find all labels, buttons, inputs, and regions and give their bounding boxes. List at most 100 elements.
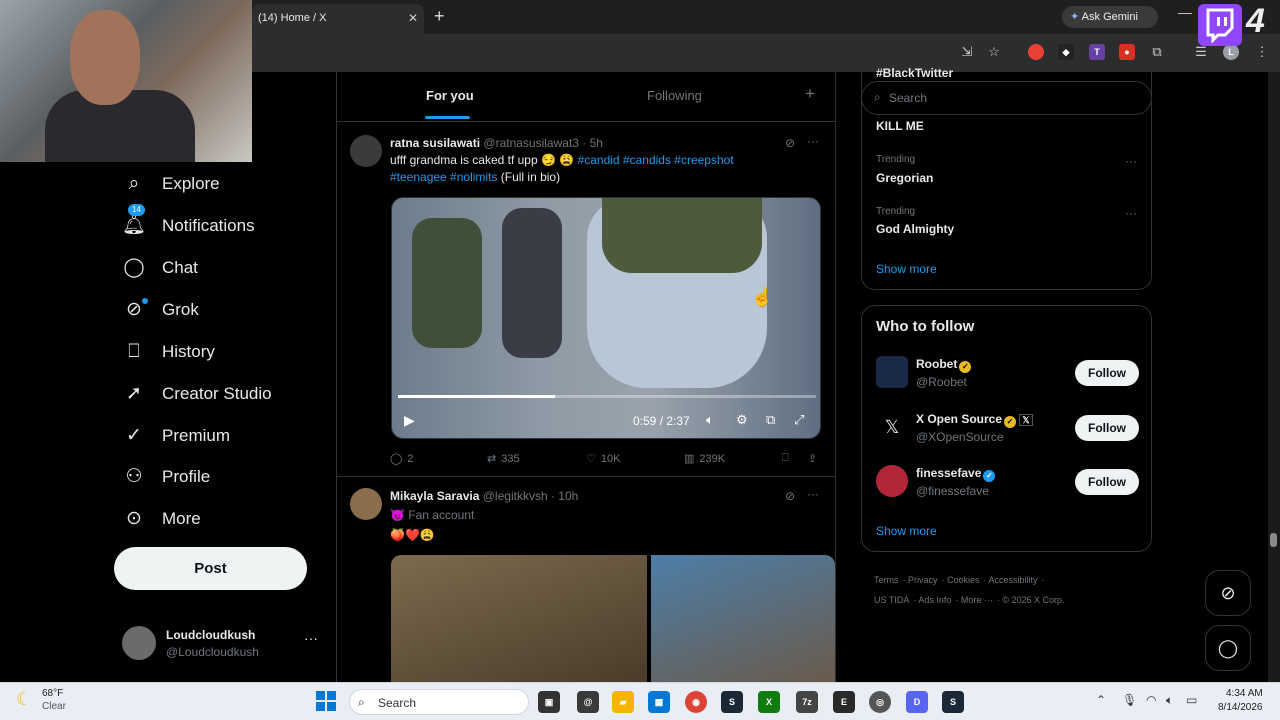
add-feed-icon[interactable]: +: [805, 84, 815, 104]
7zip-icon[interactable]: 7z: [796, 691, 818, 713]
nav-grok[interactable]: ⊘ Grok: [122, 295, 199, 325]
follow-button[interactable]: Follow: [1075, 360, 1139, 386]
browser-menu-icon[interactable]: ⋮: [1254, 44, 1270, 60]
bookmark-button[interactable]: ⎕: [782, 452, 789, 465]
reading-list-icon[interactable]: ☰: [1193, 44, 1209, 60]
scrollbar[interactable]: [1268, 72, 1280, 682]
microphone-icon[interactable]: 🎙︎: [1122, 693, 1137, 707]
extension-diamond-icon[interactable]: ◆: [1058, 44, 1074, 60]
grok-fab-button[interactable]: ⊘: [1205, 570, 1251, 616]
trend-partial[interactable]: #BlackTwitter: [876, 66, 953, 80]
extensions-puzzle-icon[interactable]: ⧉: [1149, 44, 1165, 60]
nav-profile[interactable]: ⚇ Profile: [122, 462, 210, 492]
battery-icon[interactable]: ▭: [1186, 693, 1197, 707]
trend-name[interactable]: Gregorian: [876, 171, 933, 185]
tab-for-you[interactable]: For you: [426, 88, 474, 103]
tab-close-icon[interactable]: ✕: [408, 4, 418, 32]
footer-link-ads-info[interactable]: Ads Info: [918, 595, 951, 605]
footer-link-accessibility[interactable]: Accessibility: [989, 575, 1038, 585]
nav-history[interactable]: ⎕ History: [122, 337, 215, 367]
avatar[interactable]: [350, 488, 382, 520]
threads-app-icon[interactable]: @: [577, 691, 599, 713]
more-icon[interactable]: ···: [1125, 206, 1137, 220]
obs-icon[interactable]: ◎: [869, 691, 891, 713]
minimize-button[interactable]: —: [1178, 4, 1192, 20]
footer-link-privacy[interactable]: Privacy: [908, 575, 938, 585]
extension-red-icon[interactable]: ●: [1119, 44, 1135, 60]
hashtags[interactable]: #candid #candids #creepshot: [578, 153, 734, 167]
chevron-up-icon[interactable]: ⌃: [1096, 693, 1106, 707]
volume-icon[interactable]: 🔈︎: [706, 412, 714, 428]
task-view-icon[interactable]: ▣: [538, 691, 560, 713]
more-icon[interactable]: ···: [304, 630, 318, 646]
tweet-author[interactable]: ratna susilawati @ratnasusilawat3 · 5h: [390, 136, 603, 150]
x-logo-icon[interactable]: 𝕏: [876, 411, 908, 443]
clock-date[interactable]: 8/14/2026: [1218, 702, 1263, 713]
tab-following[interactable]: Following: [647, 88, 702, 103]
nav-chat[interactable]: ◯ Chat: [122, 253, 198, 283]
nav-premium[interactable]: ✓ Premium: [122, 421, 230, 451]
share-button[interactable]: ⇪: [808, 452, 817, 465]
tweet-author[interactable]: Mikayla Saravia @legitkkvsh · 10h: [390, 489, 578, 503]
steam-icon[interactable]: S: [942, 691, 964, 713]
picture-in-picture-icon[interactable]: ⧉: [766, 412, 775, 428]
follow-button[interactable]: Follow: [1075, 415, 1139, 441]
trend-name[interactable]: God Almighty: [876, 222, 954, 236]
account-switcher[interactable]: Loudcloudkush @Loudcloudkush ···: [122, 626, 322, 660]
views-button[interactable]: ▥ 239K: [684, 452, 725, 466]
weather-temp[interactable]: 68°F: [42, 688, 63, 699]
bookmark-star-icon[interactable]: ☆: [986, 44, 1002, 60]
browser-tab[interactable]: (14) Home / X ✕: [252, 4, 424, 34]
footer-link-more[interactable]: More ···: [961, 595, 993, 605]
volume-icon[interactable]: 🔈︎: [1166, 693, 1173, 708]
repost-button[interactable]: ⇄ 335: [487, 452, 520, 466]
taskbar-search[interactable]: ⌕ Search: [349, 689, 529, 715]
chat-fab-button[interactable]: ◯: [1205, 625, 1251, 671]
avatar[interactable]: [876, 465, 908, 497]
fullscreen-icon[interactable]: ⤢: [794, 412, 804, 428]
more-icon[interactable]: ···: [1125, 154, 1137, 168]
account-name[interactable]: finessefave ✓: [916, 466, 996, 482]
moon-icon[interactable]: ☾: [16, 689, 32, 710]
nav-creator-studio[interactable]: ➚ Creator Studio: [122, 379, 272, 409]
like-button[interactable]: ♡ 10K: [586, 452, 620, 466]
avatar[interactable]: [350, 135, 382, 167]
more-icon[interactable]: ···: [807, 487, 819, 501]
wifi-icon[interactable]: ◠: [1146, 693, 1156, 707]
steam-icon[interactable]: S: [721, 691, 743, 713]
footer-link-cookies[interactable]: Cookies: [947, 575, 980, 585]
follow-show-more[interactable]: Show more: [876, 524, 937, 538]
account-name[interactable]: X Open Source ✓ 𝕏: [916, 412, 1033, 428]
hashtags[interactable]: #teenagee #nolimits: [390, 170, 497, 184]
install-app-icon[interactable]: ⇲: [959, 44, 975, 60]
avatar[interactable]: [876, 356, 908, 388]
footer-link-us-tida[interactable]: US TIDA: [874, 595, 909, 605]
nav-explore[interactable]: ⌕ Explore: [122, 169, 220, 199]
extension-color-icon[interactable]: [1028, 44, 1044, 60]
video-player[interactable]: ▶ 0:59 / 2:37 🔈︎ ⚙ ⧉ ⤢: [391, 197, 821, 439]
follow-button[interactable]: Follow: [1075, 469, 1139, 495]
trends-show-more[interactable]: Show more: [876, 262, 937, 276]
new-tab-button[interactable]: +: [434, 6, 445, 27]
xbox-icon[interactable]: X: [758, 691, 780, 713]
grok-icon[interactable]: ⊘: [785, 136, 795, 150]
profile-avatar-icon[interactable]: L: [1223, 44, 1239, 60]
play-icon[interactable]: ▶: [404, 412, 415, 429]
discord-icon[interactable]: D: [906, 691, 928, 713]
clock-time[interactable]: 4:34 AM: [1226, 688, 1263, 699]
scrollbar-thumb[interactable]: [1270, 533, 1277, 547]
account-name[interactable]: Roobet ✓: [916, 357, 972, 373]
weather-desc[interactable]: Clear: [42, 701, 66, 712]
trend-name[interactable]: KILL ME: [876, 119, 924, 133]
store-icon[interactable]: ▦: [648, 691, 670, 713]
reply-button[interactable]: ◯ 2: [390, 452, 413, 466]
search-input[interactable]: ⌕ Search: [861, 81, 1152, 115]
epic-games-icon[interactable]: E: [833, 691, 855, 713]
settings-gear-icon[interactable]: ⚙: [736, 412, 748, 428]
grok-icon[interactable]: ⊘: [785, 489, 795, 503]
tweet-photo[interactable]: [651, 555, 835, 685]
footer-link-terms[interactable]: Terms: [874, 575, 899, 585]
extension-twitch-icon[interactable]: T: [1089, 44, 1105, 60]
chrome-icon[interactable]: ◉: [685, 691, 707, 713]
windows-start-icon[interactable]: [316, 691, 336, 711]
